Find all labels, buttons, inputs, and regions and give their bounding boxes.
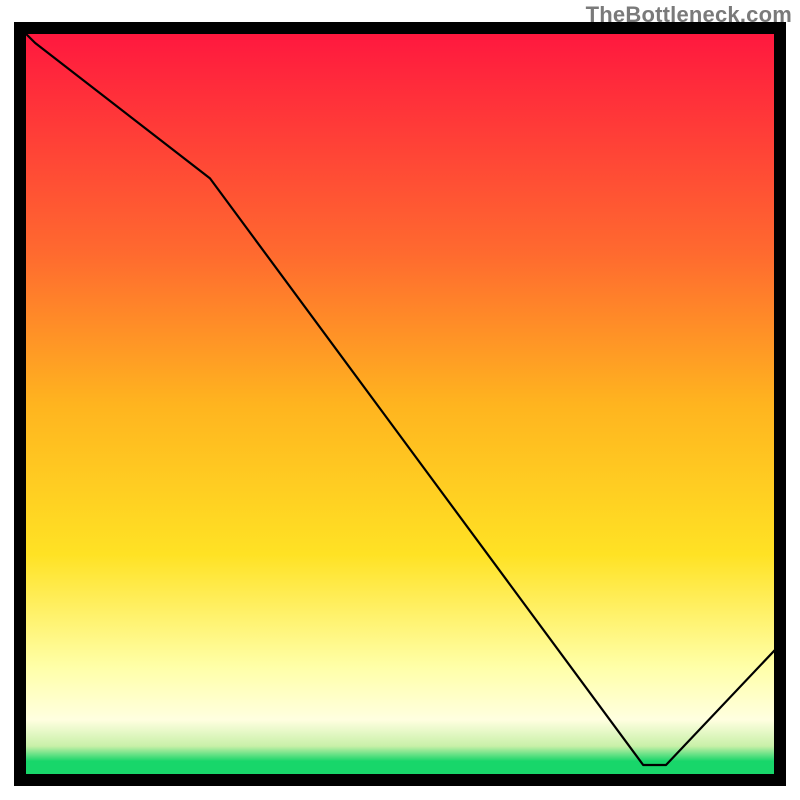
plot-background	[20, 28, 780, 780]
watermark-text: TheBottleneck.com	[586, 2, 792, 28]
chart-stage: TheBottleneck.com	[0, 0, 800, 800]
bottleneck-chart	[0, 0, 800, 800]
